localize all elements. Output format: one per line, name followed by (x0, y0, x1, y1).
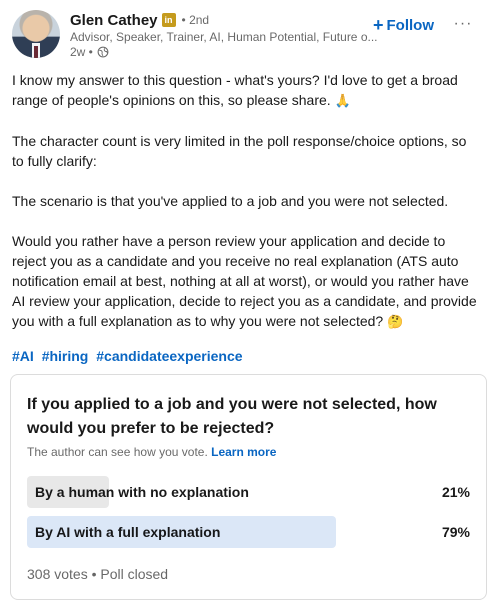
post-paragraph-2: The character count is very limited in t… (12, 133, 467, 169)
pray-emoji-icon: 🙏 (334, 93, 351, 108)
poll-footer: 308 votes • Poll closed (27, 566, 169, 582)
hashtag-hiring[interactable]: #hiring (42, 348, 89, 364)
poll-option-percent: 79% (441, 524, 470, 540)
learn-more-link[interactable]: Learn more (211, 445, 276, 459)
hashtag-candidateexperience[interactable]: #candidateexperience (96, 348, 242, 364)
globe-icon (97, 46, 109, 58)
poll-visibility-note: The author can see how you vote. Learn m… (27, 445, 277, 459)
author-avatar[interactable] (12, 10, 60, 58)
follow-label: Follow (386, 16, 435, 34)
post-body: I know my answer to this question - what… (12, 70, 482, 352)
author-name-row: Glen Cathey in • 2nd (70, 10, 209, 30)
follow-button[interactable]: + Follow (373, 16, 434, 34)
poll-option-percent: 21% (441, 484, 470, 500)
post-paragraph-3: The scenario is that you've applied to a… (12, 193, 449, 209)
poll-option-label: By AI with a full explanation (35, 524, 221, 540)
plus-icon: + (372, 15, 384, 35)
more-options-icon[interactable]: ··· (451, 12, 475, 36)
poll-option-label: By a human with no explanation (35, 484, 249, 500)
author-name[interactable]: Glen Cathey (70, 12, 158, 29)
poll-option-human[interactable]: By a human with no explanation 21% (27, 476, 470, 508)
linkedin-premium-badge-icon: in (161, 13, 176, 27)
post-header: Glen Cathey in • 2nd Advisor, Speaker, T… (12, 10, 479, 62)
author-headline: Advisor, Speaker, Trainer, AI, Human Pot… (70, 30, 378, 44)
post-paragraph-4: Would you rather have a person review yo… (12, 233, 477, 329)
post-time: 2w • (70, 45, 93, 59)
thinking-emoji-icon: 🤔 (387, 314, 404, 329)
hashtags: #AI #hiring #candidateexperience (12, 348, 247, 364)
post-meta: 2w • (70, 45, 109, 59)
poll-option-ai[interactable]: By AI with a full explanation 79% (27, 516, 470, 548)
connection-degree: • 2nd (181, 13, 210, 27)
hashtag-ai[interactable]: #AI (12, 348, 34, 364)
poll-card: If you applied to a job and you were not… (10, 374, 487, 600)
poll-question: If you applied to a job and you were not… (27, 396, 437, 437)
post-paragraph-1: I know my answer to this question - what… (12, 72, 458, 108)
